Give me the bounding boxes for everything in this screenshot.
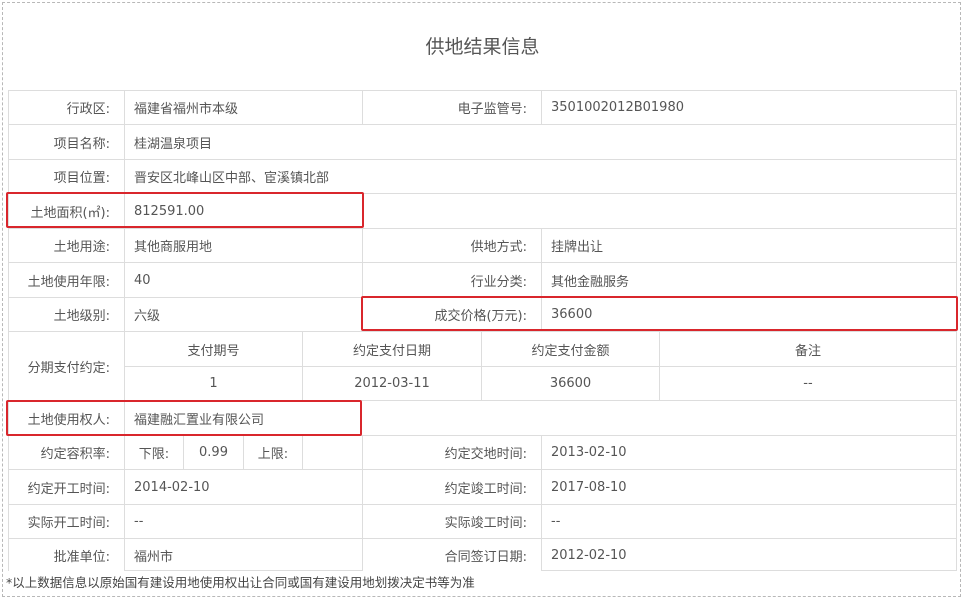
industry-value: 其他金融服务 — [551, 274, 630, 290]
handover-time-value: 2013-02-10 — [551, 445, 627, 460]
handover-time-label: 约定交地时间: — [363, 436, 541, 469]
plot-ratio-label: 约定容积率: — [9, 436, 124, 469]
actual-complete-label: 实际竣工时间: — [363, 505, 541, 538]
complete-time-label: 约定竣工时间: — [363, 470, 541, 504]
actual-start-label: 实际开工时间: — [9, 505, 124, 538]
admin-region-label: 行政区: — [9, 91, 124, 124]
plot-ratio-upper-label: 上限: — [257, 447, 289, 462]
installment-header-remark: 备注 — [794, 343, 821, 359]
project-name-label: 项目名称: — [9, 125, 124, 159]
plot-ratio-lower-value: 0.99 — [199, 445, 228, 460]
use-term-label: 土地使用年限: — [9, 263, 124, 297]
admin-region-value: 福建省福州市本级 — [134, 102, 239, 117]
approval-unit-value: 福州市 — [134, 549, 174, 565]
project-location-label: 项目位置: — [9, 160, 124, 193]
land-grade-label: 土地级别: — [9, 298, 124, 331]
start-time-value: 2014-02-10 — [134, 479, 210, 495]
installment-amount: 36600 — [549, 376, 592, 391]
contract-date-value: 2012-02-10 — [551, 547, 627, 563]
approval-unit-label: 批准单位: — [9, 539, 124, 571]
installment-label: 分期支付约定: — [9, 332, 124, 400]
actual-start-value: -- — [134, 514, 144, 529]
installment-period: 1 — [209, 376, 218, 391]
project-location-value: 晋安区北峰山区中部、宦溪镇北部 — [134, 171, 330, 186]
industry-label: 行业分类: — [363, 263, 541, 297]
plot-ratio-upper-value — [303, 436, 362, 469]
land-area-highlight — [6, 192, 364, 228]
land-use-label: 土地用途: — [9, 229, 124, 262]
start-time-label: 约定开工时间: — [9, 470, 124, 504]
supply-method-value: 挂牌出让 — [551, 240, 604, 255]
use-term-value: 40 — [134, 272, 151, 288]
installment-header-period: 支付期号 — [187, 343, 240, 359]
footnote: *以上数据信息以原始国有建设用地使用权出让合同或国有建设用地划拨决定书等为准 — [6, 575, 475, 590]
land-user-highlight — [6, 400, 362, 436]
plot-ratio-lower-label: 下限: — [138, 447, 170, 462]
installment-remark: -- — [803, 376, 813, 391]
contract-date-label: 合同签订日期: — [363, 539, 541, 571]
supervision-no-label: 电子监管号: — [363, 91, 541, 124]
complete-time-value: 2017-08-10 — [551, 479, 627, 495]
supervision-no-value: 3501002012B01980 — [551, 100, 684, 115]
land-grade-value: 六级 — [134, 309, 161, 324]
project-name-value: 桂湖温泉项目 — [134, 136, 213, 152]
land-use-value: 其他商服用地 — [134, 240, 213, 255]
deal-price-highlight — [361, 296, 958, 331]
supply-method-label: 供地方式: — [363, 229, 541, 262]
installment-header-date: 约定支付日期 — [352, 343, 431, 359]
actual-complete-value: -- — [551, 514, 561, 529]
installment-header-amount: 约定支付金额 — [531, 343, 610, 359]
installment-date: 2012-03-11 — [354, 376, 430, 391]
